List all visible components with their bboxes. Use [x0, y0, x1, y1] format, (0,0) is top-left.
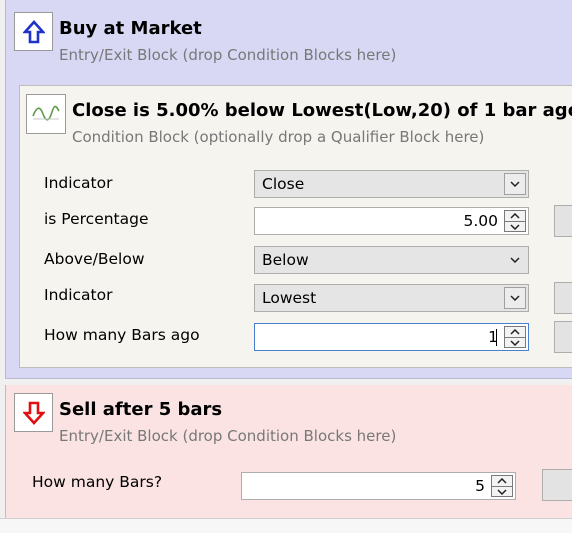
how-many-bars-label: How many Bars?	[32, 473, 163, 491]
condition-title: Close is 5.00% below Lowest(Low,20) of 1…	[72, 100, 572, 121]
chevron-up-icon[interactable]	[505, 327, 525, 337]
down-arrow-icon	[14, 393, 53, 432]
text-cursor	[496, 329, 497, 346]
indicator-2-label: Indicator	[44, 286, 113, 304]
bars-ago-side-button[interactable]	[554, 321, 572, 353]
percentage-side-button[interactable]	[554, 205, 572, 237]
indicator-select[interactable]: Close	[254, 170, 529, 198]
buy-block-subtitle: Entry/Exit Block (drop Condition Blocks …	[59, 46, 397, 64]
sell-block-title: Sell after 5 bars	[59, 399, 223, 420]
indicator-2-select[interactable]: Lowest	[254, 284, 529, 312]
indicator-2-select-value: Lowest	[262, 289, 317, 307]
up-arrow-icon	[14, 12, 53, 51]
condition-block[interactable]: Close is 5.00% below Lowest(Low,20) of 1…	[19, 85, 572, 368]
percentage-value: 5.00	[463, 212, 498, 230]
how-many-bars-side-button[interactable]	[542, 469, 572, 501]
signal-wave-icon	[26, 94, 66, 134]
bottom-strip	[0, 518, 572, 533]
percentage-stepper[interactable]	[504, 210, 526, 232]
chevron-down-icon[interactable]	[504, 287, 526, 309]
how-many-bars-stepper[interactable]	[491, 475, 513, 497]
percentage-input[interactable]: 5.00	[254, 207, 529, 235]
bars-ago-input[interactable]: 1	[254, 323, 529, 351]
chevron-down-icon[interactable]	[504, 173, 526, 195]
chevron-down-icon[interactable]	[505, 337, 525, 347]
percentage-label: is Percentage	[44, 210, 149, 228]
chevron-up-icon[interactable]	[505, 211, 525, 221]
bars-ago-label: How many Bars ago	[44, 326, 200, 344]
condition-subtitle: Condition Block (optionally drop a Quali…	[72, 128, 485, 146]
chevron-down-icon[interactable]	[505, 221, 525, 231]
indicator-label: Indicator	[44, 174, 113, 192]
how-many-bars-input[interactable]: 5	[241, 472, 516, 500]
how-many-bars-value: 5	[475, 477, 485, 495]
chevron-down-icon[interactable]	[492, 486, 512, 496]
chevron-up-icon[interactable]	[492, 476, 512, 486]
buy-block-title: Buy at Market	[59, 18, 202, 39]
above-below-select[interactable]: Below	[254, 246, 529, 274]
indicator-2-side-button[interactable]	[554, 282, 572, 314]
bars-ago-stepper[interactable]	[504, 326, 526, 348]
above-below-select-value: Below	[262, 251, 309, 269]
sell-block-subtitle: Entry/Exit Block (drop Condition Blocks …	[59, 427, 397, 445]
indicator-select-value: Close	[262, 175, 305, 193]
sell-after-bars-block[interactable]: Sell after 5 bars Entry/Exit Block (drop…	[5, 385, 572, 518]
above-below-label: Above/Below	[44, 250, 145, 268]
chevron-down-icon[interactable]	[504, 249, 526, 271]
